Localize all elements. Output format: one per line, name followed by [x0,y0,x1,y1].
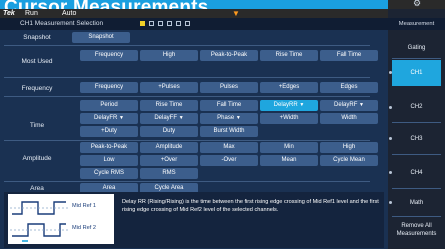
duty-button[interactable]: Duty [140,126,198,137]
divider [4,96,370,97]
delay-rf-label: DelayRF [334,102,358,108]
ch2-source-button[interactable]: CH2 [392,94,441,120]
amplitude-button[interactable]: Amplitude [140,142,198,153]
row-label-most-used: Most Used [21,58,53,65]
bullet-icon [389,137,392,140]
most-used-high-button[interactable]: High [140,50,198,61]
fall-time-button[interactable]: Fall Time [200,100,258,111]
row-label-frequency: Frequency [21,85,53,92]
delay-rf-button[interactable]: DelayRF ▼ [320,100,378,111]
ch1-source-button[interactable]: CH1 [392,60,441,86]
phase-button[interactable]: Phase ▼ [200,113,258,124]
run-status[interactable]: Run [25,9,38,18]
divider [392,154,441,155]
trigger-mode[interactable]: Auto [62,9,76,18]
low-button[interactable]: Low [80,155,138,166]
channel-indicator-1[interactable] [140,21,145,26]
delay-ff-label: DelayFF [154,115,178,121]
pulses-button[interactable]: Pulses [200,82,258,93]
phase-label: Phase [217,115,235,121]
settings-icon[interactable]: ⚙ [413,0,421,9]
dropdown-caret-icon: ▼ [119,115,124,121]
peak-to-peak-button[interactable]: Peak-to-Peak [80,142,138,153]
row-label-amplitude: Amplitude [22,155,52,162]
delay-rr-button[interactable]: DelayRR ▼ [260,100,318,111]
dropdown-caret-icon: ▼ [235,115,241,121]
delay-fr-button[interactable]: DelayFR ▼ [80,113,138,124]
most-used-rise-time-button[interactable]: Rise Time [260,50,318,61]
cycle-rms-button[interactable]: Cycle RMS [80,168,138,179]
dialog-title: CH1 Measurement Selection [20,20,104,27]
row-label-area: Area [30,185,44,192]
brand-logo: Tek [3,10,15,17]
gating-button[interactable]: Gating [392,42,441,54]
edges-button[interactable]: Edges [320,82,378,93]
divider [392,122,441,123]
divider [4,140,370,141]
channel-indicator-4[interactable] [167,21,172,26]
side-panel-topbar: ⚙ [388,0,445,9]
min-button[interactable]: Min [260,142,318,153]
waveform-diagram-icon [10,201,68,242]
delay-fr-label: DelayFR [94,115,118,121]
mean-button[interactable]: Mean [260,155,318,166]
high-button[interactable]: High [320,142,378,153]
divider [4,181,370,182]
max-button[interactable]: Max [200,142,258,153]
remove-all-measurements-button[interactable]: Remove All Measurements [392,219,441,249]
period-button[interactable]: Period [80,100,138,111]
rise-time-button[interactable]: Rise Time [140,100,198,111]
divider [392,188,441,189]
math-source-button[interactable]: Math [392,196,441,210]
status-bar: Tek Run Auto ▼ [0,9,388,18]
dropdown-caret-icon: ▼ [359,102,364,108]
side-panel: ⚙ Measurement Gating CH1 CH2 CH3 CH4 Mat… [388,0,445,249]
frequency-button[interactable]: Frequency [80,82,138,93]
snapshot-button[interactable]: Snapshot [72,32,130,43]
channel-indicator-3[interactable] [158,21,163,26]
cycle-mean-button[interactable]: Cycle Mean [320,155,378,166]
ref1-label: Mid Ref 1 [72,203,96,209]
channel-indicator-5[interactable] [176,21,181,26]
bullet-icon [389,171,392,174]
most-used-peak-to-peak-button[interactable]: Peak-to-Peak [200,50,258,61]
trigger-position-icon: ▼ [232,9,240,18]
dialog-titlebar: CH1 Measurement Selection [0,18,388,30]
most-used-frequency-button[interactable]: Frequency [80,50,138,61]
divider [4,45,370,46]
divider [392,216,441,217]
delay-rr-label: DelayRR [273,102,298,108]
dropdown-caret-icon: ▼ [178,115,184,121]
divider [392,58,441,59]
divider [4,77,370,78]
most-used-fall-time-button[interactable]: Fall Time [320,50,378,61]
pos-pulses-button[interactable]: +Pulses [140,82,198,93]
measurement-description: Delay RR (Rising/Rising) is the time bet… [122,199,379,213]
rms-button[interactable]: RMS [140,168,198,179]
width-button[interactable]: Width [320,113,378,124]
channel-indicators [140,21,190,26]
channel-indicator-6[interactable] [185,21,190,26]
bullet-icon [389,106,392,109]
measurement-dialog: CH1 Measurement Selection Snapshot Snaps… [0,18,388,249]
bullet-icon [389,201,392,204]
delay-ff-button[interactable]: DelayFF ▼ [140,113,198,124]
ch4-source-button[interactable]: CH4 [392,160,441,186]
ch3-source-button[interactable]: CH3 [392,126,441,152]
ref2-label: Mid Ref 2 [72,225,96,231]
pos-edges-button[interactable]: +Edges [260,82,318,93]
channel-indicator-2[interactable] [149,21,154,26]
neg-over-button[interactable]: -Over [200,155,258,166]
delay-diagram: Mid Ref 1 Mid Ref 2 [8,194,114,244]
row-label-time: Time [29,122,45,129]
row-label-snapshot: Snapshot [23,34,51,41]
dropdown-caret-icon: ▼ [299,102,305,108]
pos-duty-button[interactable]: +Duty [80,126,138,137]
pos-over-button[interactable]: +Over [140,155,198,166]
description-panel: Mid Ref 1 Mid Ref 2 Delay RR (Rising/Ris… [4,192,384,248]
burst-width-button[interactable]: Burst Width [200,126,258,137]
bullet-icon [389,71,392,74]
pos-width-button[interactable]: +Width [260,113,318,124]
side-panel-title: Measurement [388,18,445,30]
